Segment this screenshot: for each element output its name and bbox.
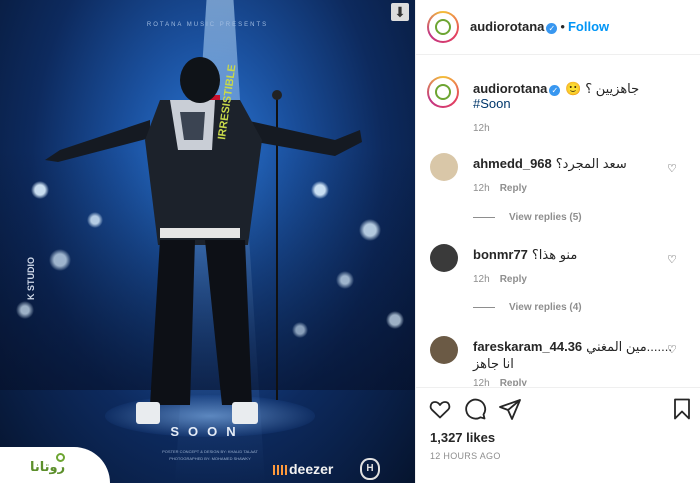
comment-text: سعد المجرد؟	[555, 156, 627, 171]
rotana-avatar-icon	[435, 84, 451, 100]
comment-line: fareskaram_44.36 مين المغني....... انا جا…	[473, 339, 673, 372]
heart-icon[interactable]: ♡	[667, 344, 679, 356]
comment-time[interactable]: 12h	[473, 183, 490, 194]
rotana-avatar-icon	[435, 19, 451, 35]
reply-button[interactable]: Reply	[500, 274, 527, 285]
comment-meta: 12h Reply	[473, 274, 527, 285]
view-replies-button[interactable]: View replies (5)	[473, 212, 582, 223]
comment-username[interactable]: fareskaram_44.36	[473, 339, 582, 354]
poster-credits: POSTER CONCEPT & DESIGN BY: KHALID TALAA…	[150, 448, 270, 462]
comment-username[interactable]: ahmedd_968	[473, 156, 552, 171]
comment-time[interactable]: 12h	[473, 274, 490, 285]
comment-meta: 12h Reply	[473, 378, 527, 386]
caption-line: audiorotana ✓ جاهزيين ؟ 🙂	[473, 81, 639, 97]
comment-text-line-2: انا جاهز	[473, 356, 514, 371]
credits-line-2: PHOTOGRAPHED BY: MOHAMED SHAWKY	[169, 456, 251, 461]
post-sidebar: audiorotana ✓ • Follow audiorotana ✓ جاهزيين …	[415, 0, 700, 483]
soon-title: SOON	[170, 424, 245, 439]
follow-button[interactable]: Follow	[568, 19, 609, 34]
verified-badge-icon: ✓	[546, 23, 558, 34]
comments-list[interactable]: audiorotana ✓ جاهزيين ؟ 🙂 #Soon 12h ahmedd…	[416, 56, 700, 386]
commenter-avatar[interactable]	[430, 153, 458, 181]
comment-text: منو هذا؟	[531, 247, 578, 262]
deezer-logo-text: deezer	[289, 461, 334, 477]
share-plane-icon[interactable]	[498, 397, 522, 421]
verified-badge-icon: ✓	[549, 85, 561, 96]
post-actions: 1,327 likes 12 HOURS AGO	[416, 387, 700, 483]
rotana-logo: روتانا	[0, 447, 110, 483]
rotana-logo-mark	[56, 453, 65, 462]
crest-logo: H	[360, 458, 380, 480]
post-image[interactable]: ROTANA MUSIC PRESENTS IRRESISTIBLE K STU…	[0, 0, 415, 483]
heart-icon[interactable]: ♡	[667, 163, 679, 175]
deezer-logo: deezer	[273, 461, 333, 477]
caption-time[interactable]: 12h	[473, 123, 490, 134]
post-header: audiorotana ✓ • Follow	[416, 0, 700, 55]
heart-icon[interactable]: ♡	[667, 254, 679, 266]
save-bookmark-icon[interactable]	[670, 397, 694, 421]
caption-avatar[interactable]	[427, 76, 459, 108]
header-username-row: audiorotana ✓ • Follow	[470, 19, 609, 34]
comment-line: bonmr77 منو هذا؟	[473, 247, 673, 263]
download-icon[interactable]: ⬇	[391, 3, 409, 21]
caption-username[interactable]: audiorotana	[473, 81, 547, 96]
comment-username[interactable]: bonmr77	[473, 247, 528, 262]
likes-count[interactable]: 1,327 likes	[430, 430, 495, 445]
comment-text: مين المغني.......	[586, 339, 672, 354]
reply-button[interactable]: Reply	[500, 378, 527, 386]
caption-text: جاهزيين ؟ 🙂	[565, 81, 640, 96]
avatar[interactable]	[427, 11, 459, 43]
separator-dot: •	[560, 19, 565, 34]
performer-figure: IRRESISTIBLE	[45, 57, 362, 424]
like-heart-icon[interactable]	[428, 397, 452, 421]
view-replies-button[interactable]: View replies (4)	[473, 302, 582, 313]
post-date[interactable]: 12 HOURS AGO	[430, 451, 501, 461]
caption-hashtag[interactable]: #Soon	[473, 96, 511, 111]
commenter-avatar[interactable]	[430, 336, 458, 364]
credits-line-1: POSTER CONCEPT & DESIGN BY: KHALID TALAA…	[162, 449, 258, 454]
comment-bubble-icon[interactable]	[463, 397, 487, 421]
studio-watermark: K STUDIO	[26, 256, 36, 300]
reply-button[interactable]: Reply	[500, 183, 527, 194]
comment-line: ahmedd_968 سعد المجرد؟	[473, 156, 673, 172]
comment-meta: 12h Reply	[473, 183, 527, 194]
header-username[interactable]: audiorotana	[470, 19, 544, 34]
commenter-avatar[interactable]	[430, 244, 458, 272]
comment-time[interactable]: 12h	[473, 378, 490, 386]
deezer-bars-icon	[273, 465, 287, 476]
